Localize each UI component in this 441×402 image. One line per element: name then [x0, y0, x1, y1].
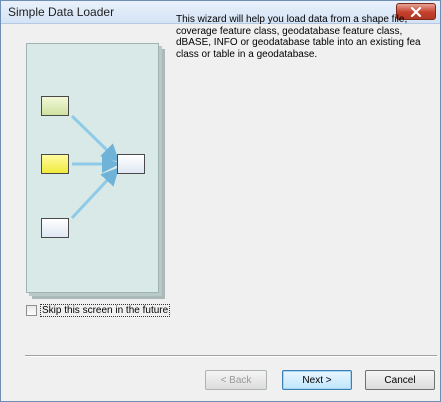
source-box-green: [41, 96, 69, 116]
window-title: Simple Data Loader: [8, 5, 115, 19]
wizard-description: This wizard will help you load data from…: [176, 14, 421, 60]
arrow-top: [70, 114, 120, 163]
dialog-window: Simple Data Loader This wizard will help…: [0, 0, 441, 402]
cancel-button[interactable]: Cancel: [365, 370, 435, 390]
back-button[interactable]: < Back: [205, 370, 267, 390]
source-box-white: [41, 218, 69, 238]
skip-screen-label[interactable]: Skip this screen in the future: [40, 304, 171, 317]
source-box-yellow: [41, 154, 69, 174]
separator: [25, 355, 437, 357]
skip-screen-checkbox[interactable]: [26, 305, 37, 316]
next-button[interactable]: Next >: [282, 370, 352, 390]
arrow-bottom: [70, 167, 120, 220]
data-loading-illustration: [26, 43, 159, 293]
target-box: [117, 154, 145, 174]
